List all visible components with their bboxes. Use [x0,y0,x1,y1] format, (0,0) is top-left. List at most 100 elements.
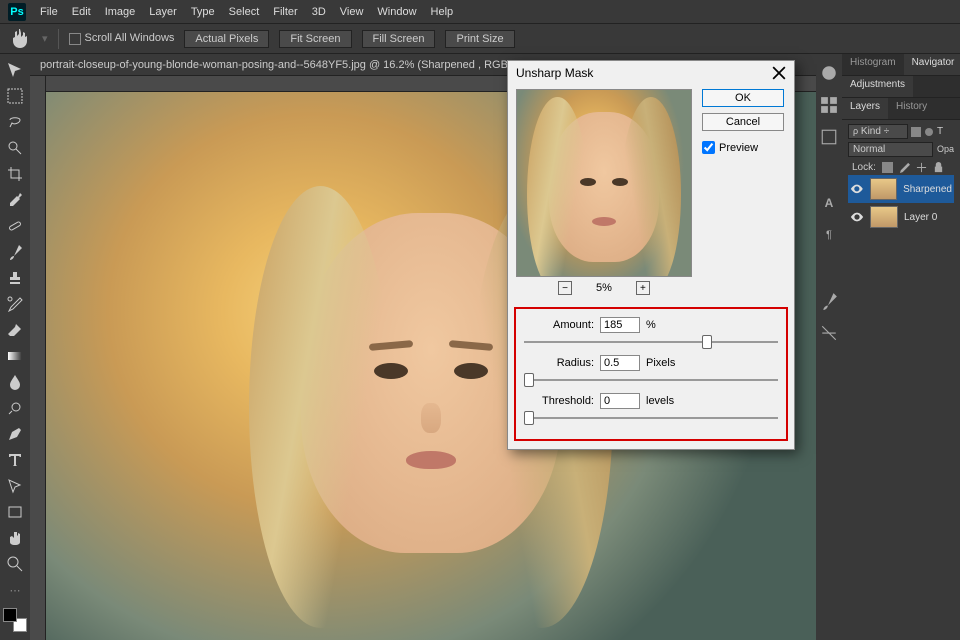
character-panel-icon[interactable]: A [820,194,838,212]
hand-tool-icon[interactable] [3,526,27,550]
threshold-unit: levels [646,395,674,407]
blend-mode-select[interactable]: Normal [848,142,933,157]
layer-kind-filter[interactable]: ρ Kind ÷ [848,124,908,139]
tab-history[interactable]: History [888,98,935,119]
lock-image-icon[interactable] [899,162,910,173]
zoom-tool-icon[interactable] [3,552,27,576]
opacity-label: Opa [937,142,954,157]
rectangle-tool-icon[interactable] [3,500,27,524]
dodge-tool-icon[interactable] [3,396,27,420]
color-panel-icon[interactable] [820,64,838,82]
swatches-panel-icon[interactable] [820,96,838,114]
lock-position-icon[interactable] [916,162,927,173]
menu-3d[interactable]: 3D [312,6,326,18]
layers-panel: ρ Kind ÷ T Normal Opa Lock: Sharpened [842,120,960,235]
lock-transparency-icon[interactable] [882,162,893,173]
menu-filter[interactable]: Filter [273,6,297,18]
ps-logo: Ps [8,3,26,21]
scroll-all-checkbox[interactable]: Scroll All Windows [69,32,175,44]
menu-file[interactable]: File [40,6,58,18]
right-panels: Histogram Navigator Adjustments Layers H… [842,54,960,640]
layer-row-layer0[interactable]: Layer 0 [848,203,954,231]
preview-checkbox-input[interactable] [702,141,715,154]
menu-layer[interactable]: Layer [149,6,177,18]
amount-unit: % [646,319,656,331]
options-bar: ▾ Scroll All Windows Actual Pixels Fit S… [0,24,960,54]
hand-tool-icon[interactable] [8,27,32,51]
quick-select-tool-icon[interactable] [3,136,27,160]
layer-thumbnail [870,178,897,200]
cancel-button[interactable]: Cancel [702,113,784,131]
collapsed-panels: A ¶ [816,54,842,640]
fit-screen-button[interactable]: Fit Screen [279,30,351,48]
close-icon[interactable] [772,66,786,80]
layer-thumbnail [870,206,898,228]
sliders-group: Amount: % Radius: Pixels Threshold: leve… [514,307,788,441]
visibility-toggle-icon[interactable] [850,210,864,224]
zoom-in-button[interactable]: + [636,281,650,295]
actual-pixels-button[interactable]: Actual Pixels [184,30,269,48]
amount-label: Amount: [524,319,594,331]
menu-edit[interactable]: Edit [72,6,91,18]
history-brush-tool-icon[interactable] [3,292,27,316]
color-swatch[interactable] [3,608,27,632]
gradient-tool-icon[interactable] [3,344,27,368]
radius-slider[interactable] [524,373,778,387]
tab-histogram[interactable]: Histogram [842,54,904,75]
blur-tool-icon[interactable] [3,370,27,394]
edit-toolbar-icon[interactable]: ⋯ [3,578,27,602]
lock-label: Lock: [852,162,876,173]
eraser-tool-icon[interactable] [3,318,27,342]
amount-slider[interactable] [524,335,778,349]
brush-tool-icon[interactable] [3,240,27,264]
marquee-tool-icon[interactable] [3,84,27,108]
threshold-label: Threshold: [524,395,594,407]
type-tool-icon[interactable] [3,448,27,472]
menu-type[interactable]: Type [191,6,215,18]
pixel-filter-icon[interactable] [911,127,921,137]
pen-tool-icon[interactable] [3,422,27,446]
layer-name-label: Sharpened [903,184,952,195]
layer-row-sharpened[interactable]: Sharpened [848,175,954,203]
menu-bar: Ps File Edit Image Layer Type Select Fil… [0,0,960,24]
tab-layers[interactable]: Layers [842,98,888,119]
paragraph-panel-icon[interactable]: ¶ [820,226,838,244]
visibility-toggle-icon[interactable] [850,182,864,196]
tab-navigator[interactable]: Navigator [904,54,960,75]
lock-all-icon[interactable] [933,162,944,173]
menu-window[interactable]: Window [377,6,416,18]
ok-button[interactable]: OK [702,89,784,107]
brush-settings-panel-icon[interactable] [820,324,838,342]
preview-checkbox[interactable]: Preview [702,141,784,154]
eyedropper-tool-icon[interactable] [3,188,27,212]
filter-preview[interactable] [516,89,692,277]
crop-tool-icon[interactable] [3,162,27,186]
print-size-button[interactable]: Print Size [445,30,514,48]
brushes-panel-icon[interactable] [820,292,838,310]
menu-image[interactable]: Image [105,6,136,18]
adjust-filter-icon[interactable] [924,127,934,137]
menu-view[interactable]: View [340,6,364,18]
threshold-slider[interactable] [524,411,778,425]
ruler-vertical [30,76,46,640]
threshold-input[interactable] [600,393,640,409]
healing-tool-icon[interactable] [3,214,27,238]
menu-select[interactable]: Select [229,6,260,18]
lasso-tool-icon[interactable] [3,110,27,134]
radius-label: Radius: [524,357,594,369]
tab-adjustments[interactable]: Adjustments [842,76,913,97]
radius-unit: Pixels [646,357,675,369]
zoom-out-button[interactable]: − [558,281,572,295]
scroll-all-label: Scroll All Windows [85,32,175,44]
type-filter-icon[interactable]: T [937,126,943,137]
preview-checkbox-label: Preview [719,142,758,154]
libraries-panel-icon[interactable] [820,128,838,146]
stamp-tool-icon[interactable] [3,266,27,290]
amount-input[interactable] [600,317,640,333]
tools-panel: ⋯ [0,54,30,640]
radius-input[interactable] [600,355,640,371]
path-select-tool-icon[interactable] [3,474,27,498]
fill-screen-button[interactable]: Fill Screen [362,30,436,48]
menu-help[interactable]: Help [431,6,454,18]
move-tool-icon[interactable] [3,58,27,82]
